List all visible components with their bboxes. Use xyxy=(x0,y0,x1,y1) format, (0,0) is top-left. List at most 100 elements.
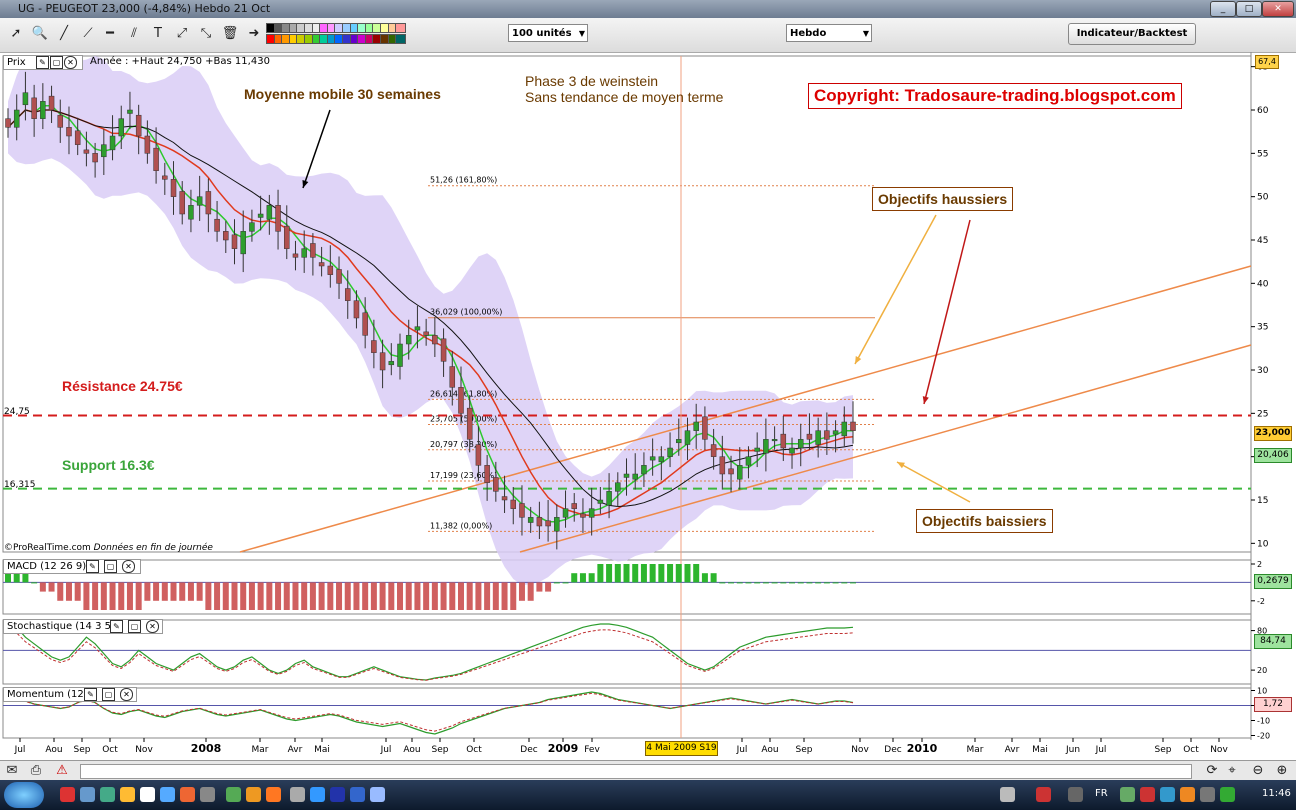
start-button[interactable] xyxy=(4,782,44,808)
period-select[interactable]: Hebdo ▼ xyxy=(786,24,872,42)
candle-body xyxy=(135,114,142,137)
app-icon[interactable] xyxy=(160,787,175,802)
cursor-tool-icon[interactable]: ➚ xyxy=(6,24,26,44)
refresh-icon[interactable]: ⟳ xyxy=(1202,761,1222,781)
app-icon[interactable] xyxy=(330,787,345,802)
candle-body xyxy=(527,517,534,523)
price-info: Année : +Haut 24,750 +Bas 11,430 xyxy=(90,56,270,67)
close-button[interactable]: ✕ xyxy=(1262,1,1294,17)
chart-area[interactable]: 51,26 (161,80%)36,029 (100,00%)26,614 (6… xyxy=(0,52,1296,760)
app-icon[interactable] xyxy=(310,787,325,802)
line-tool-icon[interactable]: ╱ xyxy=(54,24,74,44)
macd-bar xyxy=(161,582,168,601)
firefox-icon[interactable] xyxy=(266,787,281,802)
crosshair-icon[interactable]: ⌖ xyxy=(1222,761,1242,781)
settings-icon[interactable]: ✎ xyxy=(86,560,99,573)
window-icon[interactable]: ▢ xyxy=(102,688,115,701)
fibonacci-tool-icon[interactable]: ⤢ xyxy=(172,24,192,44)
macd-bar xyxy=(135,582,142,610)
app-icon[interactable] xyxy=(180,787,195,802)
macd-bar xyxy=(266,582,273,610)
macd-bar xyxy=(754,582,761,584)
macd-bar xyxy=(170,582,177,601)
app-icon[interactable] xyxy=(290,787,305,802)
minimize-button[interactable]: _ xyxy=(1210,1,1236,17)
macd-bar xyxy=(684,564,691,583)
candle-body xyxy=(832,430,839,435)
tray-icon[interactable] xyxy=(1160,787,1175,802)
zoom-in-icon[interactable]: ⊕ xyxy=(1272,761,1292,781)
tray-icon[interactable] xyxy=(1140,787,1155,802)
fan-tool-icon[interactable]: ⤡ xyxy=(196,24,216,44)
window-icon[interactable]: ▢ xyxy=(50,56,63,69)
candle-body xyxy=(249,222,255,232)
color-swatch[interactable] xyxy=(395,34,407,44)
resistance-annotation: Résistance 24.75€ xyxy=(62,378,183,394)
delete-icon[interactable]: 🗑 xyxy=(220,24,240,44)
macd-bar xyxy=(553,582,560,584)
channel-tool-icon[interactable]: ⫽ xyxy=(124,24,144,44)
close-panel-icon[interactable]: ✕ xyxy=(122,560,135,573)
app-icon[interactable] xyxy=(226,787,241,802)
settings-icon[interactable]: ✎ xyxy=(110,620,123,633)
app-icon[interactable] xyxy=(120,787,135,802)
macd-bar xyxy=(405,582,412,610)
language-indicator[interactable]: FR xyxy=(1095,788,1108,799)
macd-bar xyxy=(771,582,778,584)
alert-icon[interactable]: ⚠ xyxy=(52,761,72,781)
color-palette[interactable] xyxy=(266,22,407,46)
trendline-tool-icon[interactable]: ⟋ xyxy=(78,24,98,44)
tray-icon[interactable] xyxy=(1120,787,1135,802)
candle-body xyxy=(266,205,273,220)
credit-text: ©ProRealTime.com Données en fin de journ… xyxy=(4,543,213,553)
app-icon[interactable] xyxy=(200,787,215,802)
app-icon[interactable] xyxy=(370,787,385,802)
app-icon[interactable] xyxy=(60,787,75,802)
close-panel-icon[interactable]: ✕ xyxy=(146,620,159,633)
tray-icon[interactable] xyxy=(1220,787,1235,802)
app-icon[interactable] xyxy=(80,787,95,802)
app-icon[interactable] xyxy=(1068,787,1083,802)
macd-bar xyxy=(806,582,813,584)
units-select[interactable]: 100 unités ▼ xyxy=(508,24,588,42)
phase-annotation-1: Phase 3 de weinstein xyxy=(525,73,659,89)
text-tool-icon[interactable]: T xyxy=(148,24,168,44)
tray-icon[interactable] xyxy=(1200,787,1215,802)
copyright-box: Copyright: Tradosaure-trading.blogspot.c… xyxy=(808,83,1182,109)
candle-body xyxy=(440,338,447,362)
macd-bar xyxy=(780,582,787,584)
indicator-backtest-button[interactable]: Indicateur/Backtest xyxy=(1068,23,1196,45)
print-icon[interactable]: ⎙ xyxy=(26,761,46,781)
color-swatch[interactable] xyxy=(395,23,407,33)
window-icon[interactable]: ▢ xyxy=(104,560,117,573)
settings-icon[interactable]: ✎ xyxy=(36,56,49,69)
candle-body xyxy=(240,231,246,255)
app-icon[interactable] xyxy=(100,787,115,802)
app-icon[interactable] xyxy=(1036,787,1051,802)
x-tick-label: Mai xyxy=(314,745,330,755)
candle-body xyxy=(153,147,159,171)
candle-body xyxy=(501,496,508,501)
settings-icon[interactable]: ✎ xyxy=(84,688,97,701)
candle-body xyxy=(466,407,473,440)
app-icon[interactable] xyxy=(140,787,155,802)
arrow-right-icon[interactable]: ➜ xyxy=(244,24,264,44)
candle-body xyxy=(554,517,560,532)
app-icon[interactable] xyxy=(246,787,261,802)
maximize-button[interactable]: □ xyxy=(1236,1,1262,17)
close-panel-icon[interactable]: ✕ xyxy=(64,56,77,69)
candle-body xyxy=(824,430,830,440)
mail-icon[interactable]: ✉ xyxy=(2,761,22,781)
zoom-tool-icon[interactable]: 🔍 xyxy=(30,24,50,44)
macd-bar xyxy=(283,582,290,610)
app-icon[interactable] xyxy=(350,787,365,802)
candle-body xyxy=(676,439,682,444)
zoom-out-icon[interactable]: ⊖ xyxy=(1248,761,1268,781)
x-tick-label: Jul xyxy=(380,745,392,755)
tray-icon[interactable] xyxy=(1180,787,1195,802)
close-panel-icon[interactable]: ✕ xyxy=(120,688,133,701)
horizontal-scrollbar[interactable] xyxy=(80,764,1192,779)
window-icon[interactable]: ▢ xyxy=(128,620,141,633)
app-icon[interactable] xyxy=(1000,787,1015,802)
horizontal-line-icon[interactable]: ━ xyxy=(100,24,120,44)
